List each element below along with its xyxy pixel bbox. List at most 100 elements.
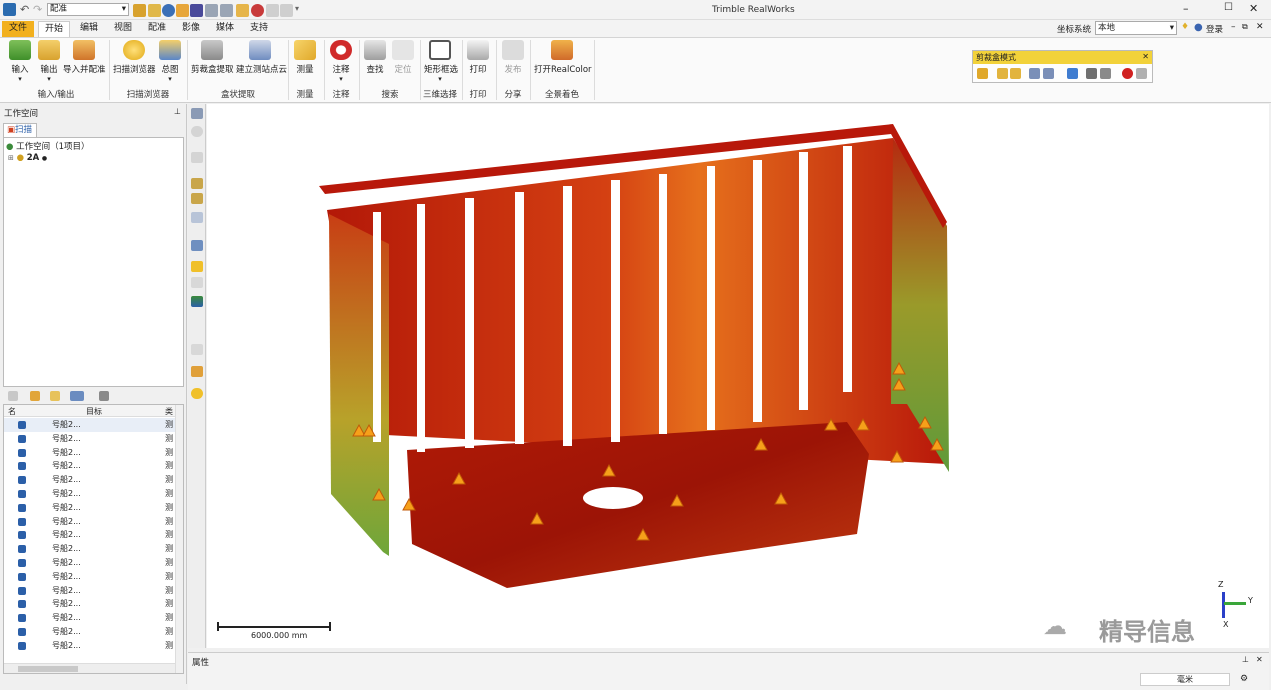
clip-rotate-icon[interactable] bbox=[1029, 68, 1040, 79]
locate-button[interactable]: 定位 bbox=[391, 40, 415, 75]
sun-icon[interactable] bbox=[191, 388, 203, 399]
overview-button[interactable]: 总图 ▾ bbox=[158, 40, 182, 83]
clip-reset-icon[interactable] bbox=[1100, 68, 1111, 79]
list-item[interactable]: 号船2... 测 bbox=[4, 597, 183, 611]
login-link[interactable]: 登录 bbox=[1206, 23, 1223, 35]
folder-filter-icon[interactable] bbox=[30, 391, 40, 401]
clip-box-icon[interactable] bbox=[1067, 68, 1078, 79]
list-item[interactable]: 号船2... 测 bbox=[4, 432, 183, 446]
col-target[interactable]: 目标 bbox=[86, 406, 102, 417]
col-type[interactable]: 类 bbox=[165, 406, 173, 417]
tab-home[interactable]: 开始 bbox=[38, 21, 70, 37]
list-item[interactable]: 号船2... 测 bbox=[4, 625, 183, 639]
list-item[interactable]: 号船2... 测 bbox=[4, 542, 183, 556]
quick-access-dropdown[interactable]: 配准 ▾ bbox=[47, 3, 129, 16]
tab-view[interactable]: 视图 bbox=[108, 21, 138, 37]
ribbon-restore-icon[interactable]: ⧉ bbox=[1242, 22, 1248, 32]
clipbox-extract-button[interactable]: 剪裁盒提取 bbox=[191, 40, 234, 75]
search-icon[interactable] bbox=[8, 391, 18, 401]
tree-root[interactable]: ● 工作空间（1项目） bbox=[6, 140, 90, 152]
rect-select-button[interactable]: 矩形框选 ▾ bbox=[424, 40, 458, 83]
tab-scans[interactable]: ▣扫描 bbox=[3, 123, 37, 137]
view-mode-icon[interactable] bbox=[70, 391, 84, 401]
list-item[interactable]: 号船2... 测 bbox=[4, 556, 183, 570]
pan-icon[interactable] bbox=[191, 152, 203, 163]
list-item[interactable]: 号船2... 测 bbox=[4, 446, 183, 460]
pin-icon[interactable]: ⊥ bbox=[174, 107, 181, 116]
pin-icon[interactable] bbox=[251, 4, 264, 17]
list-item[interactable]: 号船2... 测 bbox=[4, 611, 183, 625]
list-item[interactable]: 号船2... 测 bbox=[4, 570, 183, 584]
redo-icon[interactable]: ↷ bbox=[33, 3, 42, 16]
ribbon-close-icon[interactable]: ✕ bbox=[1256, 22, 1264, 32]
clip-planes-icon[interactable] bbox=[1086, 68, 1097, 79]
coord-select[interactable]: 本地 ▾ bbox=[1095, 21, 1177, 35]
annotate-button[interactable]: 注释 ▾ bbox=[328, 40, 354, 83]
orbit-icon[interactable] bbox=[191, 126, 203, 137]
list-item[interactable]: 号船2... 测 bbox=[4, 515, 183, 529]
undo-icon[interactable]: ↶ bbox=[20, 3, 29, 16]
list-item[interactable]: 号船2... 测 bbox=[4, 501, 183, 515]
maximize-icon[interactable]: ☐ bbox=[1224, 2, 1233, 13]
properties-icon[interactable] bbox=[99, 391, 109, 401]
list-hscrollbar[interactable] bbox=[4, 663, 175, 673]
clip-outside-icon[interactable] bbox=[1010, 68, 1021, 79]
close-icon[interactable]: ✕ bbox=[1249, 2, 1258, 15]
render-icon[interactable] bbox=[191, 344, 203, 355]
export-icon[interactable] bbox=[176, 4, 189, 17]
publish-button[interactable]: 发布 bbox=[500, 40, 526, 75]
col-name[interactable]: 名 bbox=[8, 406, 16, 417]
unit-field[interactable]: 毫米 bbox=[1140, 673, 1230, 686]
up-icon[interactable] bbox=[50, 391, 60, 401]
clip-tool-icon[interactable] bbox=[977, 68, 988, 79]
view-home-icon[interactable] bbox=[191, 108, 203, 119]
build-station-button[interactable]: 建立测站点云 bbox=[236, 40, 287, 75]
open-icon[interactable] bbox=[133, 4, 146, 17]
export-button[interactable]: 输出 ▾ bbox=[35, 40, 63, 83]
light-icon[interactable] bbox=[191, 366, 203, 377]
import-button[interactable]: 输入 ▾ bbox=[6, 40, 34, 83]
list-item[interactable]: 号船2... 测 bbox=[4, 473, 183, 487]
properties-pin-icon[interactable]: ⊥ bbox=[1242, 655, 1249, 664]
zoom-icon[interactable] bbox=[191, 178, 203, 189]
realcolor-button[interactable]: 打开RealColor bbox=[534, 40, 592, 75]
list-item[interactable]: 号船2... 测 bbox=[4, 584, 183, 598]
customize-icon[interactable]: ▾ bbox=[295, 4, 299, 13]
list-item[interactable]: 号船2... 测 bbox=[4, 639, 183, 653]
clip-inside-icon[interactable] bbox=[997, 68, 1008, 79]
clip-move-icon[interactable] bbox=[1043, 68, 1054, 79]
list-scrollbar[interactable] bbox=[175, 405, 183, 673]
globe-icon[interactable] bbox=[162, 4, 175, 17]
camera-view-icon[interactable] bbox=[191, 212, 203, 223]
projection-icon[interactable] bbox=[191, 240, 203, 251]
disk-icon[interactable] bbox=[220, 4, 233, 17]
tab-media[interactable]: 媒体 bbox=[210, 21, 240, 37]
measure-button[interactable]: 测量 bbox=[292, 40, 318, 75]
hscroll-thumb[interactable] bbox=[18, 666, 78, 672]
list-item[interactable]: 号船2... 测 bbox=[4, 418, 183, 432]
print-button[interactable]: 打印 bbox=[466, 40, 490, 75]
bulb-icon[interactable]: ♦ bbox=[1181, 22, 1189, 32]
import-register-button[interactable]: 导入并配准 bbox=[63, 40, 106, 75]
expand-icon[interactable]: ⊞ bbox=[8, 154, 14, 162]
clip-record-icon[interactable] bbox=[1122, 68, 1133, 79]
zoom-fit-icon[interactable] bbox=[191, 193, 203, 204]
list-item[interactable]: 号船2... 测 bbox=[4, 528, 183, 542]
clip-settings-icon[interactable] bbox=[1136, 68, 1147, 79]
minimize-icon[interactable]: – bbox=[1183, 2, 1189, 15]
properties-close-icon[interactable]: ✕ bbox=[1256, 655, 1263, 664]
color-mode-icon[interactable] bbox=[191, 296, 203, 307]
tree-project[interactable]: ⊞ ● 2A ● bbox=[8, 153, 47, 163]
tool-icon[interactable] bbox=[236, 4, 249, 17]
tab-image[interactable]: 影像 bbox=[176, 21, 206, 37]
clipbox-close-icon[interactable]: ✕ bbox=[1142, 52, 1149, 61]
list-item[interactable]: 号船2... 测 bbox=[4, 459, 183, 473]
unit-settings-icon[interactable]: ⚙ bbox=[1240, 674, 1248, 684]
save-icon[interactable] bbox=[190, 4, 203, 17]
find-button[interactable]: 查找 bbox=[363, 40, 387, 75]
tab-registration[interactable]: 配准 bbox=[142, 21, 172, 37]
scan-explorer-button[interactable]: 扫描浏览器 bbox=[113, 40, 156, 75]
ribbon-minimize-icon[interactable]: – bbox=[1231, 22, 1236, 32]
3d-viewport[interactable]: 6000.000 mm Z Y X ☁ 精导信息 bbox=[207, 104, 1269, 648]
list-item[interactable]: 号船2... 测 bbox=[4, 487, 183, 501]
